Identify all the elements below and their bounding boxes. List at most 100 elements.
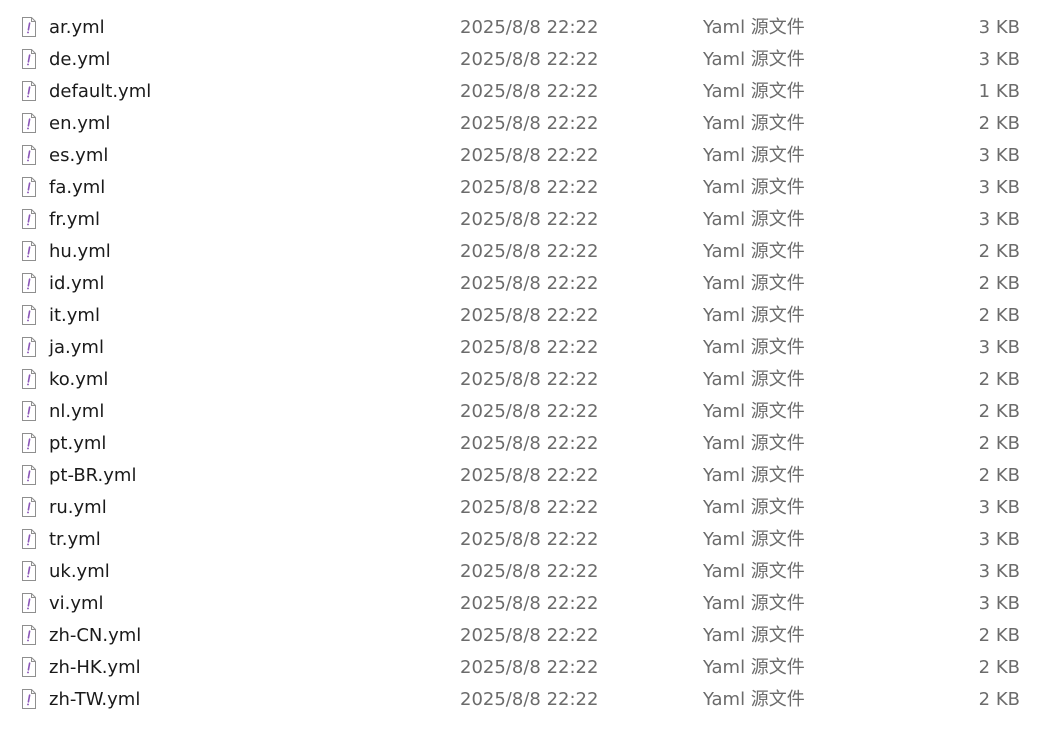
yaml-file-icon [22,465,36,485]
yaml-file-icon [22,81,36,101]
file-row[interactable]: es.yml 2025/8/8 22:22 Yaml 源文件 3 KB [0,140,1049,172]
file-size: 2 KB [978,465,1020,486]
file-row[interactable]: it.yml 2025/8/8 22:22 Yaml 源文件 2 KB [0,300,1049,332]
file-name: de.yml [49,49,111,70]
file-type: Yaml 源文件 [703,273,805,294]
file-type: Yaml 源文件 [703,113,805,134]
yaml-file-icon [22,625,36,645]
yaml-file-icon [22,529,36,549]
file-name: nl.yml [49,401,105,422]
file-modified-date: 2025/8/8 22:22 [460,305,599,326]
yaml-file-icon [22,177,36,197]
yaml-file-icon [22,497,36,517]
file-row[interactable]: pt-BR.yml 2025/8/8 22:22 Yaml 源文件 2 KB [0,460,1049,492]
file-type: Yaml 源文件 [703,177,805,198]
file-row[interactable]: default.yml 2025/8/8 22:22 Yaml 源文件 1 KB [0,76,1049,108]
file-size: 2 KB [978,689,1020,710]
file-type: Yaml 源文件 [703,433,805,454]
file-modified-date: 2025/8/8 22:22 [460,561,599,582]
file-modified-date: 2025/8/8 22:22 [460,337,599,358]
file-modified-date: 2025/8/8 22:22 [460,145,599,166]
file-size: 2 KB [978,273,1020,294]
file-name: ru.yml [49,497,107,518]
yaml-file-icon [22,689,36,709]
file-size: 2 KB [978,305,1020,326]
file-size: 3 KB [978,529,1020,550]
file-name: ja.yml [49,337,104,358]
file-size: 3 KB [978,49,1020,70]
file-row[interactable]: zh-HK.yml 2025/8/8 22:22 Yaml 源文件 2 KB [0,652,1049,684]
file-type: Yaml 源文件 [703,241,805,262]
file-size: 3 KB [978,497,1020,518]
file-modified-date: 2025/8/8 22:22 [460,657,599,678]
file-name: tr.yml [49,529,101,550]
yaml-file-icon [22,49,36,69]
file-type: Yaml 源文件 [703,337,805,358]
file-row[interactable]: tr.yml 2025/8/8 22:22 Yaml 源文件 3 KB [0,524,1049,556]
file-row[interactable]: ko.yml 2025/8/8 22:22 Yaml 源文件 2 KB [0,364,1049,396]
file-modified-date: 2025/8/8 22:22 [460,369,599,390]
file-name: es.yml [49,145,109,166]
file-row[interactable]: zh-TW.yml 2025/8/8 22:22 Yaml 源文件 2 KB [0,684,1049,716]
file-row[interactable]: de.yml 2025/8/8 22:22 Yaml 源文件 3 KB [0,44,1049,76]
file-row[interactable]: fr.yml 2025/8/8 22:22 Yaml 源文件 3 KB [0,204,1049,236]
yaml-file-icon [22,113,36,133]
file-row[interactable]: pt.yml 2025/8/8 22:22 Yaml 源文件 2 KB [0,428,1049,460]
file-size: 2 KB [978,625,1020,646]
file-name: it.yml [49,305,100,326]
file-row[interactable]: vi.yml 2025/8/8 22:22 Yaml 源文件 3 KB [0,588,1049,620]
file-modified-date: 2025/8/8 22:22 [460,529,599,550]
file-modified-date: 2025/8/8 22:22 [460,465,599,486]
file-row[interactable]: fa.yml 2025/8/8 22:22 Yaml 源文件 3 KB [0,172,1049,204]
yaml-file-icon [22,17,36,37]
file-name: en.yml [49,113,111,134]
file-name: default.yml [49,81,152,102]
file-row[interactable]: uk.yml 2025/8/8 22:22 Yaml 源文件 3 KB [0,556,1049,588]
file-modified-date: 2025/8/8 22:22 [460,241,599,262]
file-modified-date: 2025/8/8 22:22 [460,273,599,294]
file-row[interactable]: ru.yml 2025/8/8 22:22 Yaml 源文件 3 KB [0,492,1049,524]
file-row[interactable]: id.yml 2025/8/8 22:22 Yaml 源文件 2 KB [0,268,1049,300]
file-name: zh-HK.yml [49,657,141,678]
file-type: Yaml 源文件 [703,625,805,646]
file-size: 2 KB [978,369,1020,390]
file-name: vi.yml [49,593,104,614]
file-modified-date: 2025/8/8 22:22 [460,593,599,614]
file-type: Yaml 源文件 [703,497,805,518]
yaml-file-icon [22,209,36,229]
file-row[interactable]: en.yml 2025/8/8 22:22 Yaml 源文件 2 KB [0,108,1049,140]
file-type: Yaml 源文件 [703,81,805,102]
file-modified-date: 2025/8/8 22:22 [460,433,599,454]
yaml-file-icon [22,273,36,293]
file-type: Yaml 源文件 [703,465,805,486]
file-row[interactable]: zh-CN.yml 2025/8/8 22:22 Yaml 源文件 2 KB [0,620,1049,652]
file-size: 2 KB [978,433,1020,454]
file-size: 1 KB [978,81,1020,102]
file-size: 2 KB [978,113,1020,134]
file-name: id.yml [49,273,105,294]
file-name: fr.yml [49,209,100,230]
file-row[interactable]: hu.yml 2025/8/8 22:22 Yaml 源文件 2 KB [0,236,1049,268]
yaml-file-icon [22,305,36,325]
file-type: Yaml 源文件 [703,561,805,582]
file-name: fa.yml [49,177,106,198]
yaml-file-icon [22,241,36,261]
file-size: 2 KB [978,401,1020,422]
yaml-file-icon [22,401,36,421]
file-row[interactable]: ja.yml 2025/8/8 22:22 Yaml 源文件 3 KB [0,332,1049,364]
file-name: pt-BR.yml [49,465,137,486]
yaml-file-icon [22,657,36,677]
file-type: Yaml 源文件 [703,209,805,230]
file-modified-date: 2025/8/8 22:22 [460,401,599,422]
file-row[interactable]: ar.yml 2025/8/8 22:22 Yaml 源文件 3 KB [0,12,1049,44]
file-size: 3 KB [978,593,1020,614]
file-modified-date: 2025/8/8 22:22 [460,625,599,646]
yaml-file-icon [22,145,36,165]
file-modified-date: 2025/8/8 22:22 [460,497,599,518]
file-row[interactable]: nl.yml 2025/8/8 22:22 Yaml 源文件 2 KB [0,396,1049,428]
file-modified-date: 2025/8/8 22:22 [460,689,599,710]
file-type: Yaml 源文件 [703,657,805,678]
file-name: pt.yml [49,433,107,454]
file-list: ar.yml 2025/8/8 22:22 Yaml 源文件 3 KB de.y… [0,12,1049,716]
yaml-file-icon [22,433,36,453]
